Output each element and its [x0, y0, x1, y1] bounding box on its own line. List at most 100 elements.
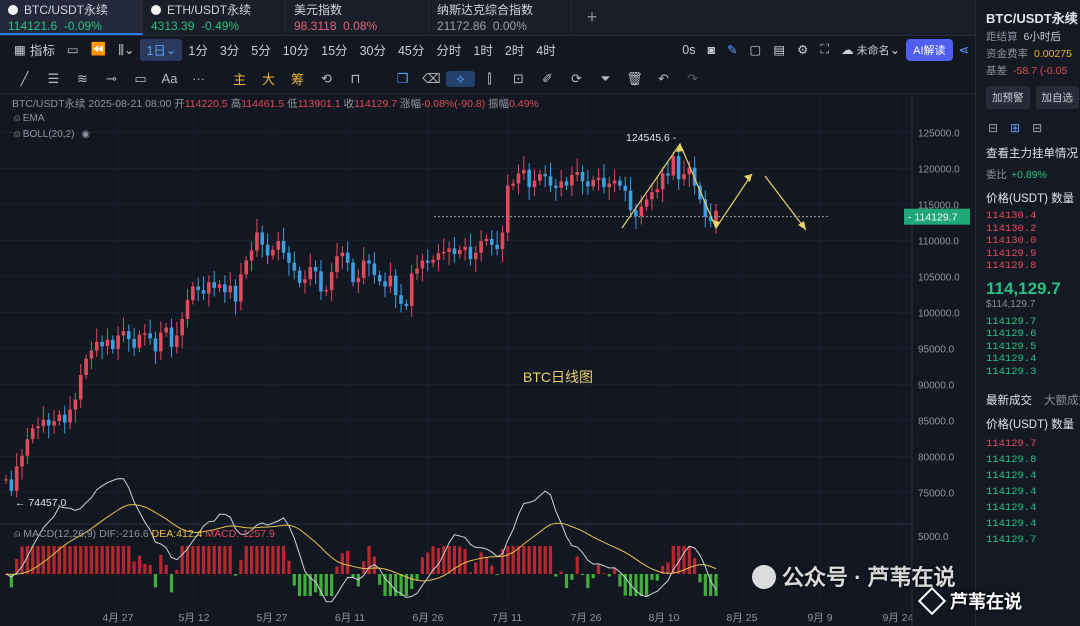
ticker-tab[interactable]: 美元指数 98.3118 0.08%: [286, 0, 429, 35]
ema-indicator[interactable]: ⍝ EMA: [14, 113, 44, 124]
candles-icon[interactable]: ⫿: [475, 71, 504, 87]
eye-icon[interactable]: ◉: [81, 129, 90, 140]
y-tick-label: 125000.0: [918, 128, 960, 139]
boll-indicator[interactable]: ⍝ BOLL(20,2) ◉: [14, 129, 90, 140]
candle-body: [612, 180, 617, 184]
ai-analysis-button[interactable]: AI解读: [906, 38, 953, 61]
chart-title: BTC日线图: [523, 369, 593, 385]
tab-latest-trades[interactable]: 最新成交: [986, 392, 1032, 408]
interval-option[interactable]: 3分: [214, 39, 245, 61]
pen-icon[interactable]: ✎: [721, 39, 743, 61]
rect-tool-icon[interactable]: ▭: [126, 71, 155, 87]
candle-body: [356, 277, 361, 283]
interval-option[interactable]: 15分: [315, 39, 353, 61]
layout-select[interactable]: ☁ 未命名 ⌄: [835, 39, 906, 61]
coin-icon: [151, 4, 161, 15]
overlay-big[interactable]: 大: [254, 69, 283, 88]
orderbook-row[interactable]: 114129.7: [976, 316, 1080, 329]
comment-icon[interactable]: ▢: [744, 39, 768, 61]
candle-body: [4, 479, 8, 481]
macd-legend[interactable]: ⍝ MACD(12,26,9) DIF:-216.6 DEA:412.4 MAC…: [14, 528, 275, 541]
camera-icon[interactable]: ◙: [701, 39, 721, 61]
layers-icon[interactable]: ❐: [388, 71, 417, 87]
overlay-main[interactable]: 主: [225, 69, 254, 88]
hlines-tool-icon[interactable]: ☰: [39, 71, 68, 87]
macd-bar: [394, 574, 398, 596]
orderbook-row[interactable]: 114129.4: [976, 353, 1080, 366]
macd-bar: [650, 574, 654, 580]
book-both-icon[interactable]: ⊟: [988, 121, 998, 135]
chart-area[interactable]: 125000.0 120000.0 115000.0 110000.0 105000.0…: [0, 94, 975, 626]
orderbook-section-link[interactable]: 查看主力挂单情况: [976, 135, 1080, 161]
undo-icon[interactable]: ↶: [649, 71, 678, 87]
macd-bar: [111, 546, 115, 574]
interval-option[interactable]: 分时: [430, 39, 467, 61]
lock-icon[interactable]: ⊡: [504, 71, 533, 87]
orderbook-row[interactable]: 114129.9: [976, 248, 1080, 261]
template-icon[interactable]: ▤: [767, 39, 791, 61]
trade-row: 114129.7: [986, 534, 1037, 546]
hline-tool-icon[interactable]: ⊸: [97, 71, 126, 87]
interval-option[interactable]: 2时: [499, 39, 530, 61]
add-watchlist-button[interactable]: 加自选: [1035, 86, 1079, 109]
interval-option[interactable]: 45分: [392, 39, 430, 61]
book-bids-icon[interactable]: ⊞: [1010, 121, 1020, 135]
sync-icon[interactable]: ⟲: [312, 71, 341, 87]
ticker-tab[interactable]: BTC/USDT永续 114121.6 -0.09%: [0, 0, 143, 35]
add-tab-icon[interactable]: +: [572, 0, 612, 35]
candle-body: [399, 295, 403, 304]
macd-bar: [548, 546, 553, 574]
macd-bar: [249, 546, 254, 574]
candle-body: [543, 174, 547, 177]
orderbook-row[interactable]: 114130.0: [976, 235, 1080, 248]
fullscreen-icon[interactable]: ⛶: [814, 39, 835, 61]
book-asks-icon[interactable]: ⊟: [1032, 121, 1042, 135]
trash-icon[interactable]: 🗑: [620, 71, 649, 87]
magnet-icon[interactable]: ⊓: [341, 71, 370, 87]
candle-body: [340, 252, 345, 257]
channel-tool-icon[interactable]: ≋: [68, 71, 97, 87]
line-tool-icon[interactable]: ╱: [10, 71, 39, 87]
more-tools[interactable]: ···: [184, 71, 213, 86]
text-tool[interactable]: Aa: [155, 71, 184, 86]
orderbook-row[interactable]: 114129.5: [976, 341, 1080, 354]
orderbook-row[interactable]: 114129.6: [976, 328, 1080, 341]
interval-option[interactable]: 4时: [530, 39, 561, 61]
share-icon[interactable]: ⋖: [953, 39, 975, 61]
settings-icon[interactable]: ⚙: [791, 39, 814, 61]
candlestick-chart[interactable]: 125000.0120000.0115000.0110000.0105000.0…: [0, 94, 975, 626]
ticker-tab[interactable]: ETH/USDT永续 4313.39 -0.49%: [143, 0, 286, 35]
macd-bar: [132, 561, 136, 574]
interval-option[interactable]: 30分: [354, 39, 392, 61]
side-symbol-title[interactable]: BTC/USDT永续: [976, 0, 1080, 27]
interval-select[interactable]: 1日 ⌄: [140, 38, 183, 61]
interval-option[interactable]: 5分: [245, 39, 276, 61]
orderbook-row[interactable]: 114130.4: [976, 210, 1080, 223]
candle-body: [116, 335, 120, 350]
brush-icon[interactable]: ⟳: [562, 71, 591, 87]
macd-bar: [159, 554, 163, 574]
ticker-tab-title: 纳斯达克综合指数: [437, 3, 534, 17]
macd-bar: [346, 550, 350, 574]
note-icon[interactable]: ✐: [533, 71, 562, 87]
candle-type-icon[interactable]: ⫼⌄: [112, 39, 140, 61]
calendar-icon[interactable]: ▭: [61, 39, 85, 61]
interval-option[interactable]: 1时: [467, 39, 498, 61]
tab-big-trades[interactable]: 大额成交: [1044, 392, 1080, 408]
rewind-icon[interactable]: ⏪: [85, 39, 113, 61]
interval-option[interactable]: 1分: [182, 39, 213, 61]
redo-icon[interactable]: ↷: [678, 71, 707, 87]
orderbook-row[interactable]: 114129.3: [976, 366, 1080, 379]
pattern-icon[interactable]: ⟡: [446, 70, 475, 87]
overlay-chips[interactable]: 筹: [283, 69, 312, 88]
add-alert-button[interactable]: 加预警: [986, 86, 1030, 109]
orderbook-row[interactable]: 114130.2: [976, 223, 1080, 236]
macd-bar: [479, 552, 483, 574]
orderbook-row[interactable]: 114129.8: [976, 260, 1080, 273]
eraser-icon[interactable]: ⌫: [417, 71, 446, 87]
ticker-tab[interactable]: 纳斯达克综合指数 21172.86 0.00%: [429, 0, 572, 35]
indicator-button[interactable]: ▦ 指标: [8, 39, 61, 61]
filter-icon[interactable]: ⏷: [591, 71, 620, 87]
interval-option[interactable]: 10分: [277, 39, 315, 61]
candle-body: [452, 248, 457, 255]
